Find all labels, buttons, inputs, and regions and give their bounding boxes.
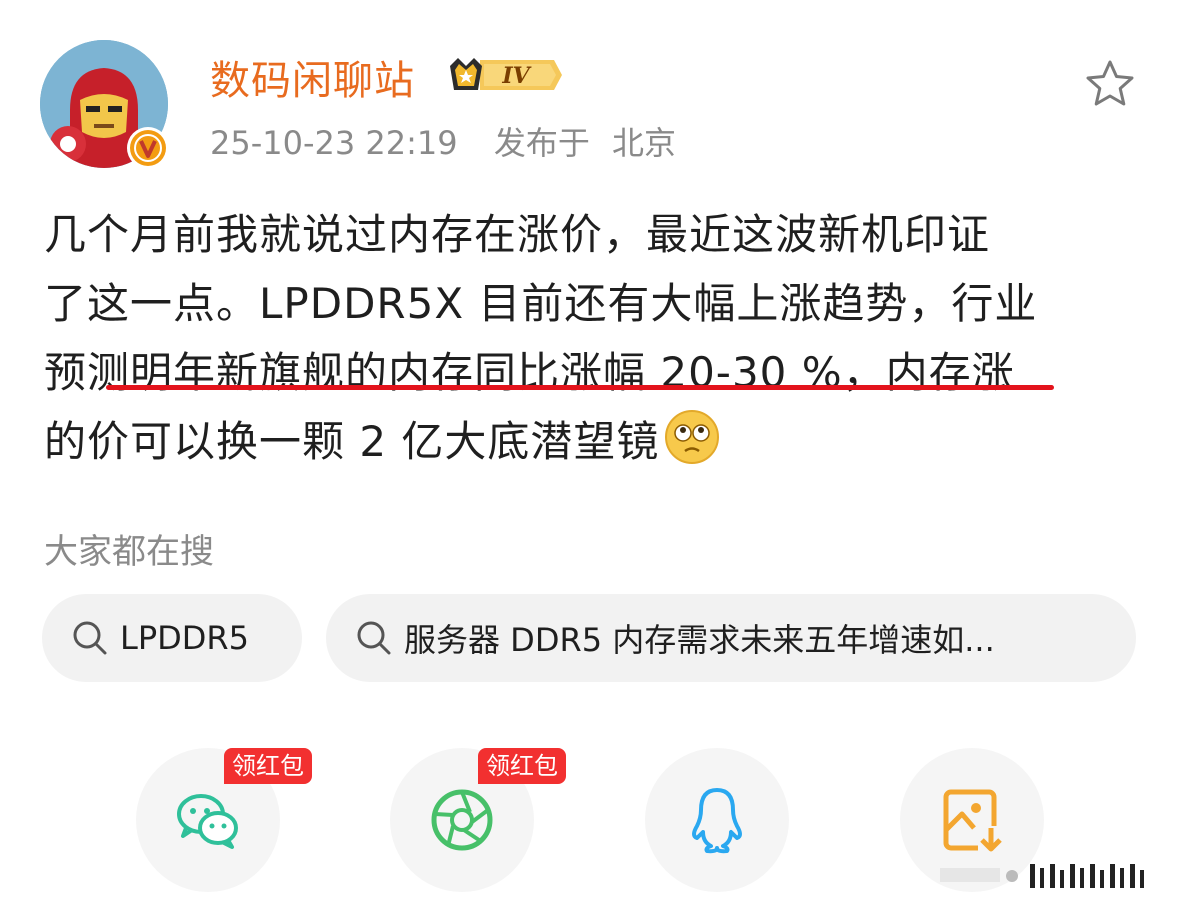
post-text-line: 的价可以换一颗 2 亿大底潜望镜 [44,417,660,466]
search-chip-server-ddr5[interactable]: 服务器 DDR5 内存需求未来五年增速如... [326,594,1136,682]
search-icon [73,621,107,655]
rank-badge-label: IV [501,63,531,89]
search-chip-label: LPDDR5 [120,619,249,657]
post-text-line: 了这一点。LPDDR5X 目前还有大幅上涨趋势，行业 [44,279,1038,328]
red-packet-tag: 领红包 [478,748,566,784]
post-meta: 25-10-23 22:19 发布于 北京 [210,118,676,164]
highlight-underline [106,385,1054,390]
trending-search-title: 大家都在搜 [44,532,214,572]
username[interactable]: 数码闲聊站 [210,48,415,106]
search-chip-label: 服务器 DDR5 内存需求未来五年增速如... [404,621,995,659]
share-qq-button[interactable] [645,748,789,892]
post-text-line-last: 的价可以换一颗 2 亿大底潜望镜 [44,407,1134,476]
save-image-icon [943,789,1004,852]
tired-face-emoji-icon [665,410,720,464]
wechat-icon [177,794,238,849]
watermark-logo-image [940,864,1144,888]
red-packet-tag: 领红包 [224,748,312,784]
post-location: 北京 [612,124,677,162]
search-icon [357,621,391,655]
verified-v-icon [127,127,169,169]
post-body: 几个月前我就说过内存在涨价，最近这波新机印证 了这一点。LPDDR5X 目前还有… [44,200,1134,476]
favorite-star-icon[interactable] [1084,58,1136,110]
moments-icon [431,789,493,851]
location-prefix: 发布于 [493,124,590,162]
post-text-line: 几个月前我就说过内存在涨价，最近这波新机印证 [44,210,991,259]
search-chip-lpddr5[interactable]: LPDDR5 [42,594,302,682]
rank-badge-icon: IV [450,58,562,90]
post-timestamp: 25-10-23 22:19 [210,124,458,162]
qq-icon [692,788,742,854]
post-text-line: 预测明年新旗舰的内存同比涨幅 20-30 %，内存涨 [44,348,1015,397]
